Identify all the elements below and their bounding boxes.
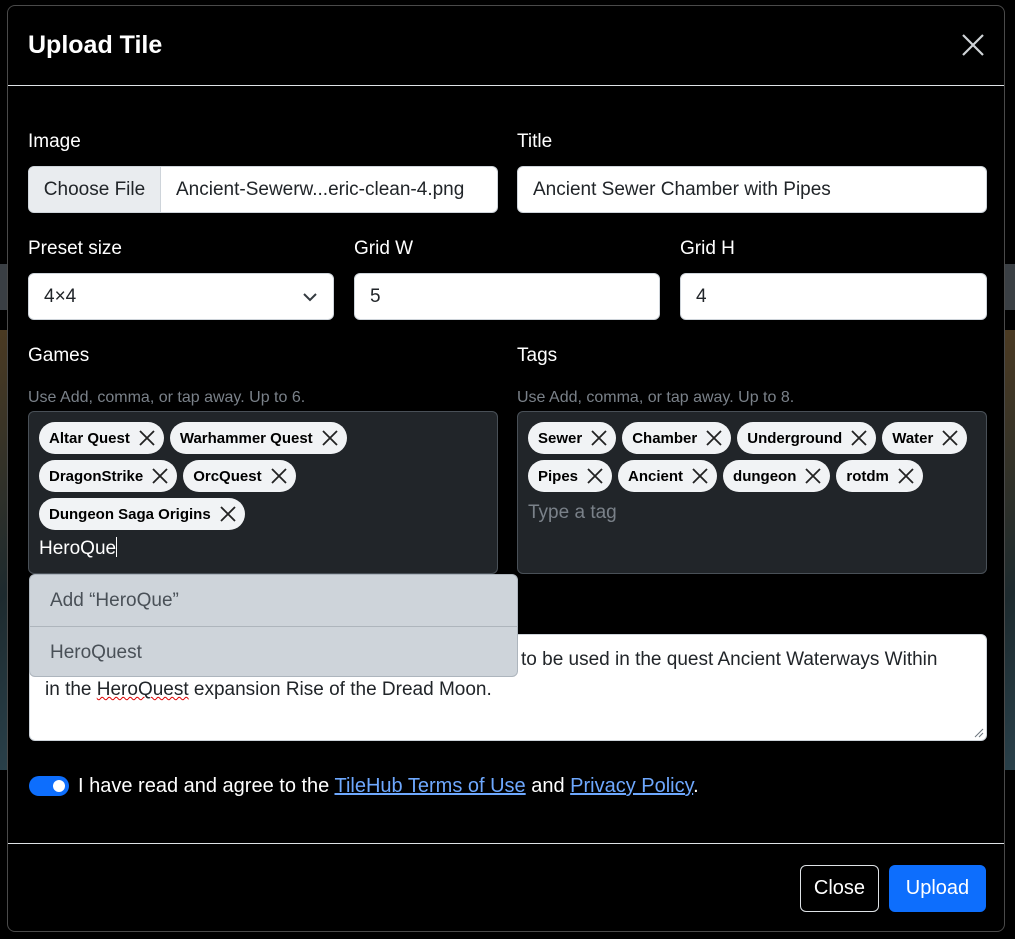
background-strip [0,264,7,310]
agreement-text: I have read and agree to the TileHub Ter… [78,775,699,797]
title-label: Title [517,131,553,152]
tag-chip-label: Altar Quest [49,429,130,447]
dropdown-item-suggestion[interactable]: HeroQuest [30,626,517,676]
games-autocomplete-dropdown: Add “HeroQue” HeroQuest [29,574,518,677]
tag-chip: DragonStrike [39,460,178,492]
tag-chip-label: Sewer [538,429,583,447]
tag-chip: Underground [737,422,877,454]
tag-chip: Pipes [528,460,613,492]
tag-chip: Chamber [622,422,732,454]
close-button[interactable]: Close [800,865,879,912]
misspelled-word: HeroQuest [96,679,189,700]
remove-tag-icon[interactable] [270,467,288,485]
grid-h-input[interactable]: 4 [680,273,987,320]
chevron-down-icon [303,293,317,302]
close-icon[interactable] [960,32,986,58]
file-input[interactable]: Choose File Ancient-Sewerw...eric-clean-… [28,166,498,213]
modal-footer-divider [8,843,1004,844]
modal-title: Upload Tile [28,31,163,59]
tag-chip: Dungeon Saga Origins [39,498,245,530]
terms-link[interactable]: TileHub Terms of Use [335,775,526,797]
games-label: Games [28,345,90,366]
resize-grip-icon[interactable] [974,728,984,738]
modal-header: Upload Tile [8,6,1004,86]
tags-tag-input[interactable]: Type a tag [528,500,976,526]
privacy-link[interactable]: Privacy Policy [570,775,693,797]
tag-chip: Altar Quest [39,422,164,454]
remove-tag-icon[interactable] [691,467,709,485]
tag-chip-label: Warhammer Quest [179,429,313,447]
preset-size-label: Preset size [28,238,122,259]
grid-w-input[interactable]: 5 [354,273,660,320]
background-tile-art [0,330,7,770]
remove-tag-icon[interactable] [219,505,237,523]
upload-tile-modal: Upload Tile Image Choose File Ancient-Se… [7,5,1005,932]
agree-toggle[interactable] [29,776,69,796]
tag-chip-label: Pipes [538,467,579,485]
file-name: Ancient-Sewerw...eric-clean-4.png [176,179,465,200]
background-strip [1005,264,1015,310]
title-input[interactable]: Ancient Sewer Chamber with Pipes [517,166,987,213]
tag-chip: Warhammer Quest [169,422,347,454]
dropdown-item-add[interactable]: Add “HeroQue” [30,575,517,626]
tag-chip: Ancient [618,460,718,492]
remove-tag-icon[interactable] [151,467,169,485]
tags-help: Use Add, comma, or tap away. Up to 8. [517,389,795,406]
remove-tag-icon[interactable] [804,467,822,485]
image-label: Image [28,131,81,152]
grid-w-label: Grid W [354,238,414,259]
tag-chip-label: Chamber [632,429,698,447]
preset-size-select[interactable]: 4×4 [28,273,334,320]
remove-tag-icon[interactable] [590,429,608,447]
remove-tag-icon[interactable] [705,429,723,447]
remove-tag-icon[interactable] [138,429,156,447]
background-tile-art [1005,330,1015,770]
choose-file-button[interactable]: Choose File [29,167,161,212]
tag-chip: rotdm [836,460,923,492]
tag-chip-label: Ancient [628,467,684,485]
tag-chip-label: OrcQuest [193,467,262,485]
games-chips: Altar Quest Warhammer Quest DragonStrike Or… [39,422,487,530]
tag-chip: Sewer [528,422,617,454]
remove-tag-icon[interactable] [897,467,915,485]
toggle-knob [53,780,65,792]
remove-tag-icon[interactable] [850,429,868,447]
tags-tag-box[interactable]: Sewer Chamber Underground Water Pipes Ancient… [517,411,987,574]
tag-chip-label: Water [892,429,934,447]
preset-size-value: 4×4 [44,286,77,307]
tag-chip: OrcQuest [183,460,296,492]
upload-button[interactable]: Upload [889,865,986,912]
tag-chip-label: DragonStrike [49,467,144,485]
remove-tag-icon[interactable] [941,429,959,447]
tag-chip-label: Underground [747,429,843,447]
tag-chip-label: rotdm [846,467,889,485]
games-tag-box[interactable]: Altar Quest Warhammer Quest DragonStrike Or… [28,411,498,574]
tags-chips: Sewer Chamber Underground Water Pipes Ancient… [528,422,976,492]
description-line: in the HeroQuest expansion Rise of the D… [45,679,492,700]
tag-chip: dungeon [723,460,831,492]
remove-tag-icon[interactable] [321,429,339,447]
tag-chip: Water [882,422,968,454]
grid-h-label: Grid H [680,238,735,259]
tag-chip-label: dungeon [733,467,797,485]
remove-tag-icon[interactable] [586,467,604,485]
tags-label: Tags [517,345,558,366]
games-tag-input[interactable]: HeroQue [39,536,487,562]
games-help: Use Add, comma, or tap away. Up to 6. [28,389,306,406]
tag-chip-label: Dungeon Saga Origins [49,505,211,523]
